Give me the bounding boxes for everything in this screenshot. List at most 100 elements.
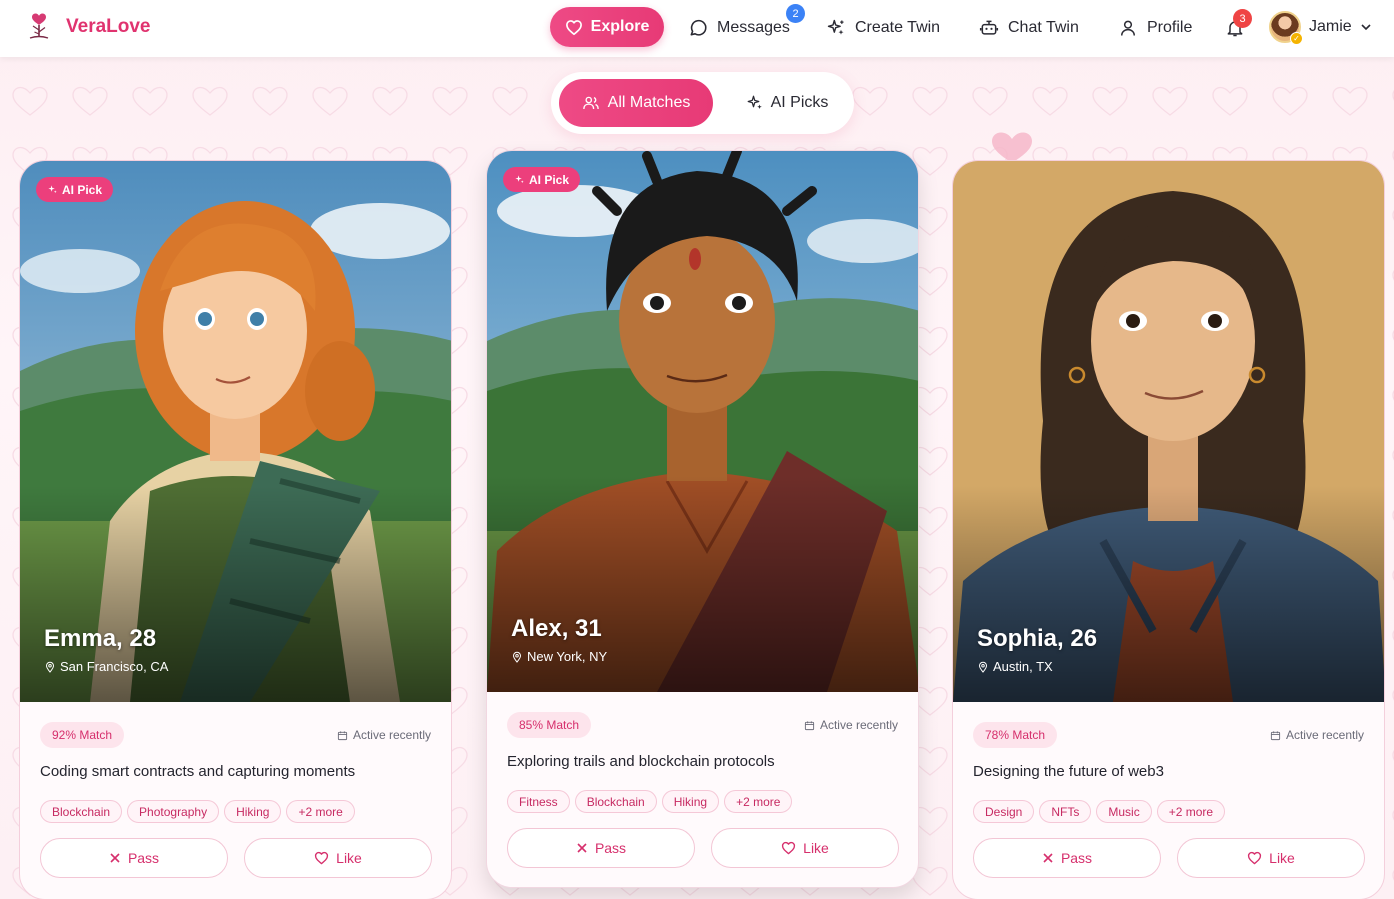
map-pin-icon <box>45 661 55 673</box>
ai-pick-label: AI Pick <box>529 172 570 187</box>
nav-create-twin-label: Create Twin <box>855 19 941 36</box>
interest-tag: NFTs <box>1039 800 1092 823</box>
pass-button-label: Pass <box>127 850 160 866</box>
tab-all-matches-label: All Matches <box>607 94 691 111</box>
more-tags-button[interactable]: +2 more <box>1156 800 1226 823</box>
profile-photo[interactable] <box>20 161 451 702</box>
like-button-label: Like <box>1269 850 1295 866</box>
interest-tag: Hiking <box>224 800 282 823</box>
notifications-count-badge: 3 <box>1233 9 1252 28</box>
nav-messages-label: Messages <box>717 19 790 36</box>
pass-button[interactable]: Pass <box>973 838 1161 878</box>
interest-tags: Design NFTs Music +2 more <box>973 800 1226 823</box>
profile-location-label: New York, NY <box>527 649 608 664</box>
user-name[interactable]: Jamie <box>1309 18 1352 36</box>
ai-pick-badge: AI Pick <box>503 167 581 192</box>
top-navbar: VeraLove Explore Messages 2 Create Twin … <box>0 0 1394 57</box>
tree-heart-logo-icon <box>29 13 49 39</box>
messages-count-badge: 2 <box>786 4 805 23</box>
like-button[interactable]: Like <box>244 838 432 878</box>
users-icon <box>582 96 599 110</box>
profile-photo[interactable] <box>953 161 1384 702</box>
more-tags-button[interactable]: +2 more <box>724 790 793 813</box>
activity-status-label: Active recently <box>819 718 898 732</box>
profile-card-sophia[interactable]: Sophia, 26 Austin, TX 78% Match Active r… <box>952 160 1385 899</box>
interest-tag: Music <box>1096 800 1152 823</box>
nav-explore-button[interactable]: Explore <box>550 7 664 47</box>
profile-name-age: Alex, 31 <box>511 615 602 642</box>
like-button[interactable]: Like <box>711 828 899 868</box>
pass-button-label: Pass <box>594 840 627 856</box>
pass-button[interactable]: Pass <box>40 838 228 878</box>
activity-status: Active recently <box>1270 728 1364 742</box>
user-icon <box>1121 20 1135 36</box>
like-button-label: Like <box>803 840 829 856</box>
activity-status: Active recently <box>804 718 898 732</box>
close-icon <box>110 853 120 863</box>
profile-card-alex[interactable]: AI Pick Alex, 31 New York, NY 85% Match … <box>486 150 919 888</box>
like-button[interactable]: Like <box>1177 838 1365 878</box>
brand-name: VeraLove <box>66 16 151 37</box>
tab-all-matches[interactable]: All Matches <box>559 79 713 127</box>
chevron-down-icon[interactable] <box>1360 21 1372 33</box>
ai-pick-badge: AI Pick <box>36 177 114 202</box>
interest-tag: Fitness <box>507 790 570 813</box>
nav-chat-twin[interactable]: Chat Twin <box>979 14 1079 42</box>
nav-profile-label: Profile <box>1147 19 1193 36</box>
more-tags-button[interactable]: +2 more <box>286 800 355 823</box>
profile-name-age: Sophia, 26 <box>977 625 1098 652</box>
nav-chat-twin-label: Chat Twin <box>1008 19 1079 36</box>
tab-ai-picks-label: AI Picks <box>770 94 829 111</box>
profile-location: New York, NY <box>511 649 607 664</box>
interest-tag: Blockchain <box>40 800 123 823</box>
close-icon <box>1043 853 1053 863</box>
nav-messages[interactable]: Messages <box>688 14 790 42</box>
calendar-icon <box>337 730 348 740</box>
sparkles-icon <box>827 19 844 35</box>
heart-icon <box>315 851 329 865</box>
robot-icon <box>979 20 999 35</box>
nav-profile[interactable]: Profile <box>1118 14 1192 42</box>
sparkles-icon <box>48 185 57 194</box>
profile-illustration <box>20 161 451 702</box>
activity-status: Active recently <box>337 728 431 742</box>
profile-illustration <box>487 151 918 692</box>
match-percentage-badge: 78% Match <box>973 722 1058 748</box>
profile-bio: Exploring trails and blockchain protocol… <box>507 753 775 770</box>
calendar-icon <box>804 720 815 730</box>
interest-tag: Photography <box>127 800 220 823</box>
nav-create-twin[interactable]: Create Twin <box>826 14 940 42</box>
match-percentage-badge: 92% Match <box>40 722 125 748</box>
like-button-label: Like <box>336 850 362 866</box>
profile-location-label: Austin, TX <box>993 659 1053 674</box>
profile-name-age: Emma, 28 <box>44 625 157 652</box>
profile-bio: Designing the future of web3 <box>973 763 1164 780</box>
interest-tag: Blockchain <box>574 790 657 813</box>
pass-button[interactable]: Pass <box>507 828 695 868</box>
pass-button-label: Pass <box>1060 850 1093 866</box>
map-pin-icon <box>512 651 522 663</box>
profile-card-emma[interactable]: AI Pick Emma, 28 San Francisco, CA 92% M… <box>19 160 452 899</box>
nav-explore-label: Explore <box>590 18 650 35</box>
profile-bio: Coding smart contracts and capturing mom… <box>40 763 356 780</box>
interest-tags: Fitness Blockchain Hiking +2 more <box>507 790 793 813</box>
close-icon <box>577 843 587 853</box>
profile-location-label: San Francisco, CA <box>60 659 169 674</box>
match-percentage-badge: 85% Match <box>507 712 592 738</box>
tab-ai-picks[interactable]: AI Picks <box>727 79 847 127</box>
verified-check-icon: ✓ <box>1290 32 1303 45</box>
heart-icon <box>782 841 796 855</box>
interest-tag: Design <box>973 800 1035 823</box>
message-bubble-icon <box>690 19 707 36</box>
profile-photo[interactable] <box>487 151 918 692</box>
profile-illustration <box>953 161 1384 702</box>
heart-icon <box>1248 851 1262 865</box>
sparkles-icon <box>515 175 524 184</box>
sparkles-icon <box>747 95 762 109</box>
activity-status-label: Active recently <box>352 728 431 742</box>
map-pin-icon <box>978 661 988 673</box>
brand[interactable]: VeraLove <box>26 12 151 42</box>
profile-location: Austin, TX <box>977 659 1053 674</box>
interest-tags: Blockchain Photography Hiking +2 more <box>40 800 355 823</box>
heart-icon <box>565 19 582 35</box>
